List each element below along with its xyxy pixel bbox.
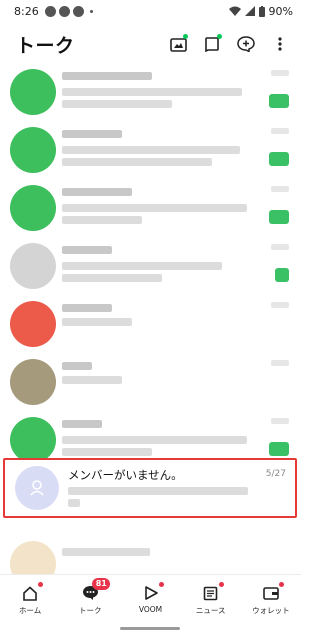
chat-name: メンバーがいません。 [68,468,183,482]
unread-badge [269,94,289,108]
bottom-nav: ホーム 81 トーク VOOM ニュース ウォレット [0,574,301,622]
add-chat-button[interactable] [235,33,257,55]
chat-name-blurred [62,420,102,428]
nav-home-label: ホーム [18,606,42,615]
nav-news[interactable]: ニュース [181,575,241,622]
chat-list-item[interactable] [0,238,301,296]
signal-icon [244,6,255,16]
more-menu-button[interactable] [269,33,291,55]
chat-preview-blurred [62,216,142,224]
chat-name-blurred [62,246,112,254]
avatar [10,185,56,231]
chat-preview-blurred [68,499,80,507]
chat-name-blurred [62,72,152,80]
unread-badge [269,152,289,166]
avatar [10,417,56,463]
chat-date-blurred [271,360,289,366]
avatar [10,127,56,173]
battery-percent: 90% [268,4,293,18]
notification-icon [44,5,56,17]
voom-icon [141,582,164,602]
nav-wallet-label: ウォレット [252,606,290,615]
chat-preview-blurred [62,88,242,96]
chat-preview-blurred [62,204,247,212]
chat-list-item[interactable] [0,64,301,122]
chat-preview-blurred [62,448,152,456]
notification-icon [72,5,84,17]
avatar [10,69,56,115]
more-vert-icon [278,37,282,51]
chat-preview-blurred [62,376,122,384]
chat-list-item[interactable] [0,296,301,354]
nav-talk[interactable]: 81 トーク [60,575,120,622]
battery-icon [258,5,265,17]
notification-icon [58,5,70,17]
chat-list-item[interactable] [0,354,301,412]
add-chat-icon [237,36,255,52]
wifi-icon [228,6,241,16]
chat-date-blurred [271,302,289,308]
chat-list-item[interactable] [0,180,301,238]
avatar [10,359,56,405]
avatar [10,243,56,289]
nav-home[interactable]: ホーム [0,575,60,622]
nav-wallet[interactable]: ウォレット [241,575,301,622]
chat-bubble-button[interactable] [201,33,223,55]
chat-preview-blurred [62,274,162,282]
unread-badge [269,210,289,224]
home-indicator-bar[interactable] [120,627,180,630]
chat-preview-blurred [62,318,132,326]
chat-preview-blurred [62,436,247,444]
notification-dot [38,582,44,587]
nav-talk-label: トーク [79,606,102,615]
header-actions [167,33,291,55]
status-right: 90% [228,4,293,18]
notification-dot [158,582,164,587]
chat-preview-blurred [62,100,172,108]
chat-list-item[interactable] [0,122,301,180]
chat-date-blurred [271,128,289,134]
empty-member-icon [30,480,44,496]
chat-name-blurred [62,304,112,312]
notification-icons [44,5,93,17]
chat-date: 5/27 [265,469,286,479]
page-title: トーク [16,34,75,57]
chat-name-blurred [62,548,150,556]
chat-date-blurred [271,418,289,424]
avatar [15,466,59,510]
chat-preview-blurred [62,262,222,270]
chat-name-blurred [62,362,92,370]
more-notifications-icon [89,9,93,13]
nav-voom-label: VOOM [138,605,163,614]
news-icon [201,582,224,602]
home-icon [20,582,44,602]
nav-news-label: ニュース [195,606,226,615]
chat-date-blurred [271,70,289,76]
app-header: トーク [0,26,301,62]
notification-dot [218,582,224,587]
notification-dot [278,582,284,587]
wallet-icon [261,582,284,602]
avatar [10,301,56,347]
unread-badge [269,442,289,456]
chat-name-blurred [62,188,132,196]
highlighted-chat-item[interactable]: メンバーがいません。 5/27 [3,458,297,518]
chat-name-blurred [62,130,122,138]
status-bar: 8:26 90% [0,0,301,22]
status-time: 8:26 [14,4,39,18]
chat-preview-blurred [68,487,248,495]
chat-date-blurred [271,186,289,192]
unread-badge [275,268,289,282]
talk-icon: 81 [80,578,111,602]
new-indicator [183,34,188,39]
photo-album-button[interactable] [167,33,189,55]
new-indicator [217,34,222,39]
chat-preview-blurred [62,158,212,166]
chat-preview-blurred [62,146,240,154]
unread-count-badge: 81 [92,578,111,590]
chat-date-blurred [271,244,289,250]
nav-voom[interactable]: VOOM [120,575,180,622]
